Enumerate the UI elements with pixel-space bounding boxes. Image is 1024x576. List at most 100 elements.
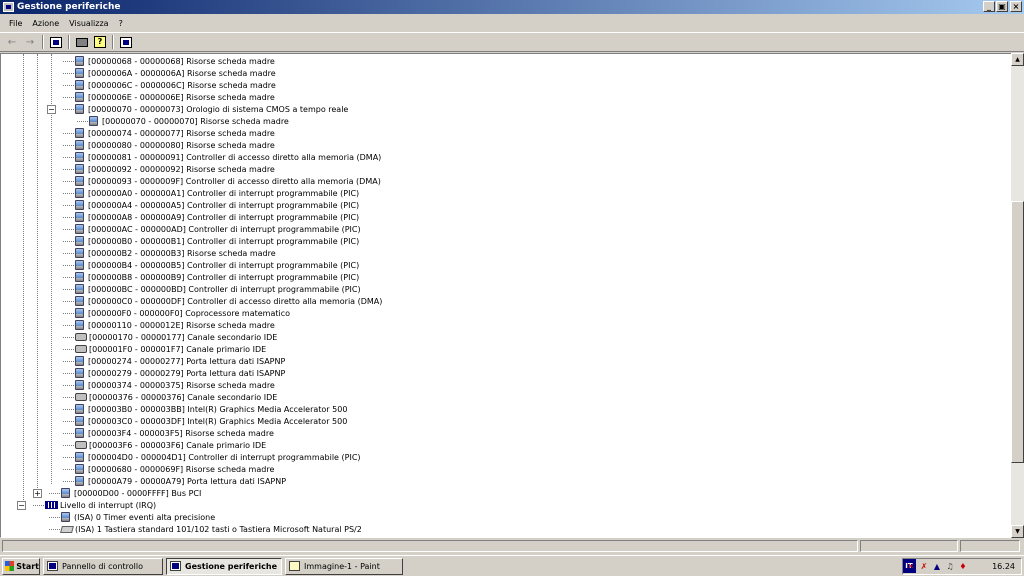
help-button[interactable]: ? xyxy=(91,34,109,50)
menu-visualizza[interactable]: Visualizza xyxy=(64,19,113,28)
tree-connector-line xyxy=(63,337,74,338)
tree-item[interactable]: Livello di interrupt (IRQ) xyxy=(45,499,156,511)
tree-item[interactable]: [000000B8 - 000000B9] Controller di inte… xyxy=(75,271,359,283)
drive-icon xyxy=(75,345,87,353)
task-pannello-di-controllo[interactable]: Pannello di controllo xyxy=(43,557,163,575)
tree-item[interactable]: [00000D00 - 0000FFFF] Bus PCI xyxy=(61,487,201,499)
expand-button[interactable]: + xyxy=(33,489,42,498)
tree-item[interactable]: [00000092 - 00000092] Risorse scheda mad… xyxy=(75,163,275,175)
task-label: Gestione periferiche xyxy=(185,561,278,571)
back-button[interactable]: ← xyxy=(3,34,21,50)
tree-item[interactable]: [00000680 - 0000069F] Risorse scheda mad… xyxy=(75,463,274,475)
tree-item[interactable]: [00000274 - 00000277] Porta lettura dati… xyxy=(75,355,285,367)
tree-item[interactable]: [0000006E - 0000006E] Risorse scheda mad… xyxy=(75,91,275,103)
tree-item[interactable]: [000003B0 - 000003BB] Intel(R) Graphics … xyxy=(75,403,347,415)
close-button[interactable]: × xyxy=(1010,1,1022,12)
tree-connector-line xyxy=(63,205,74,206)
chip-icon xyxy=(75,428,84,438)
tree-item-label: [000004D0 - 000004D1] Controller di inte… xyxy=(88,452,361,462)
tree-item-label: [00000D00 - 0000FFFF] Bus PCI xyxy=(74,488,202,498)
collapse-button[interactable]: − xyxy=(47,105,56,114)
collapse-button[interactable]: − xyxy=(17,501,26,510)
tree-item[interactable]: (ISA) 0 Timer eventi alta precisione xyxy=(61,511,215,523)
tree-item[interactable]: [00000070 - 00000073] Orologio di sistem… xyxy=(75,103,348,115)
tree-item[interactable]: [00000A79 - 00000A79] Porta lettura dati… xyxy=(75,475,286,487)
chip-icon xyxy=(75,368,84,378)
chip-icon xyxy=(75,380,84,390)
monitor-icon xyxy=(120,36,132,48)
tree-connector-line xyxy=(63,373,74,374)
wireless-disconnected-icon[interactable]: ✗ xyxy=(919,562,929,572)
toolbar: ← → ? xyxy=(0,32,1024,52)
task-gestione-periferiche[interactable]: Gestione periferiche xyxy=(166,557,282,575)
tree-item[interactable]: [000003F4 - 000003F5] Risorse scheda mad… xyxy=(75,427,274,439)
tree-item[interactable]: [000004D0 - 000004D1] Controller di inte… xyxy=(75,451,361,463)
tree-item[interactable]: [000000C0 - 000000DF] Controller di acce… xyxy=(75,295,382,307)
tree-item[interactable]: [000000B4 - 000000B5] Controller di inte… xyxy=(75,259,359,271)
tree-item[interactable]: [0000006C - 0000006C] Risorse scheda mad… xyxy=(75,79,276,91)
tree-item-label: [00000680 - 0000069F] Risorse scheda mad… xyxy=(88,464,275,474)
tree-connector-line xyxy=(63,229,74,230)
shield-icon[interactable]: ♦ xyxy=(958,562,968,572)
restore-button[interactable]: ▣ xyxy=(996,1,1008,12)
tree-item[interactable]: [000003C0 - 000003DF] Intel(R) Graphics … xyxy=(75,415,347,427)
tree-item[interactable]: (ISA) 1 Tastiera standard 101/102 tasti … xyxy=(60,523,362,535)
tree-item[interactable]: [000000A0 - 000000A1] Controller di inte… xyxy=(75,187,359,199)
start-button[interactable]: Start xyxy=(2,557,40,575)
irq-icon xyxy=(45,501,58,509)
chip-icon xyxy=(75,260,84,270)
tree-item[interactable]: [000000BC - 000000BD] Controller di inte… xyxy=(75,283,361,295)
tree-item[interactable]: [00000170 - 00000177] Canale secondario … xyxy=(75,331,277,343)
tree-item[interactable]: [000000A4 - 000000A5] Controller di inte… xyxy=(75,199,359,211)
tree-item[interactable]: [000000F0 - 000000F0] Coprocessore matem… xyxy=(75,307,290,319)
clock[interactable]: 16.24 xyxy=(992,562,1015,571)
tree-connector-line xyxy=(63,157,74,158)
tree-item[interactable]: [00000081 - 00000091] Controller di acce… xyxy=(75,151,381,163)
tree-item[interactable]: [000003F6 - 000003F6] Canale primario ID… xyxy=(75,439,266,451)
tree-item[interactable]: [00000376 - 00000376] Canale secondario … xyxy=(75,391,277,403)
tree-item[interactable]: [00000080 - 00000080] Risorse scheda mad… xyxy=(75,139,275,151)
minimize-button[interactable]: _ xyxy=(983,1,995,12)
menu-help[interactable]: ? xyxy=(114,19,128,28)
tree-item[interactable]: [000001F0 - 000001F7] Canale primario ID… xyxy=(75,343,266,355)
tree-item[interactable]: [00000110 - 0000012E] Risorse scheda mad… xyxy=(75,319,275,331)
tree-item[interactable]: [00000074 - 00000077] Risorse scheda mad… xyxy=(75,127,275,139)
scroll-down-button[interactable]: ▼ xyxy=(1011,525,1024,538)
scan-hardware-button[interactable] xyxy=(117,34,135,50)
tree-item[interactable]: [00000279 - 00000279] Porta lettura dati… xyxy=(75,367,285,379)
show-hide-console-tree-button[interactable] xyxy=(47,34,65,50)
tree-item[interactable]: [000000AC - 000000AD] Controller di inte… xyxy=(75,223,361,235)
tree-item[interactable]: [000000B2 - 000000B3] Risorse scheda mad… xyxy=(75,247,276,259)
vertical-scrollbar[interactable]: ▲ ▼ xyxy=(1011,53,1024,538)
tree-connector-line xyxy=(63,301,74,302)
tree-item[interactable]: [00000374 - 00000375] Risorse scheda mad… xyxy=(75,379,275,391)
tree-item-label: [000000BC - 000000BD] Controller di inte… xyxy=(88,284,361,294)
scroll-thumb[interactable] xyxy=(1011,201,1024,463)
tree-item[interactable]: [000000B0 - 000000B1] Controller di inte… xyxy=(75,235,359,247)
volume-icon[interactable]: ♫ xyxy=(945,562,955,572)
scroll-up-button[interactable]: ▲ xyxy=(1011,53,1024,66)
menu-bar: File Azione Visualizza ? xyxy=(0,15,1024,31)
task-label: Pannello di controllo xyxy=(62,561,144,571)
tree-item[interactable]: [0000006A - 0000006A] Risorse scheda mad… xyxy=(75,67,276,79)
tree-item[interactable]: [00000070 - 00000070] Risorse scheda mad… xyxy=(89,115,289,127)
tree-connector-line xyxy=(33,505,44,506)
chip-icon xyxy=(75,248,84,258)
tree-item[interactable]: [00000068 - 00000068] Risorse scheda mad… xyxy=(75,55,275,67)
tree-item-label: [000003F6 - 000003F6] Canale primario ID… xyxy=(89,440,267,450)
network-disconnected-icon[interactable]: ✕ xyxy=(906,562,916,572)
menu-file[interactable]: File xyxy=(4,19,27,28)
tree-item-label: [000003C0 - 000003DF] Intel(R) Graphics … xyxy=(88,416,348,426)
security-icon[interactable]: ▲ xyxy=(932,562,942,572)
tree-item-label: [00000068 - 00000068] Risorse scheda mad… xyxy=(88,56,275,66)
tree-item-label: [000000B8 - 000000B9] Controller di inte… xyxy=(88,272,360,282)
menu-azione[interactable]: Azione xyxy=(27,19,64,28)
tree-item-label: [00000110 - 0000012E] Risorse scheda mad… xyxy=(88,320,275,330)
forward-button[interactable]: → xyxy=(21,34,39,50)
tree-item-label: [000000A4 - 000000A5] Controller di inte… xyxy=(88,200,360,210)
tree-item[interactable]: [000000A8 - 000000A9] Controller di inte… xyxy=(75,211,359,223)
tree-item[interactable]: [00000093 - 0000009F] Controller di acce… xyxy=(75,175,381,187)
device-tree[interactable]: [00000068 - 00000068] Risorse scheda mad… xyxy=(0,53,1012,538)
task-paint[interactable]: Immagine-1 - Paint xyxy=(285,557,403,575)
print-button[interactable] xyxy=(73,34,91,50)
